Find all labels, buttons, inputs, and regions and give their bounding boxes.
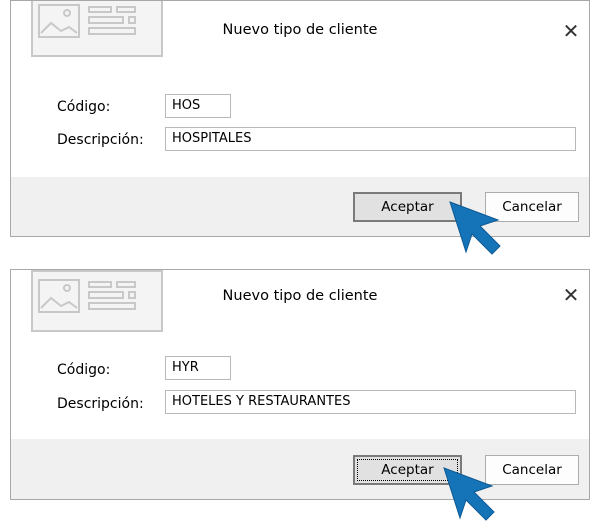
accept-button-label: Aceptar [357,459,458,481]
cancel-button[interactable]: Cancelar [485,192,579,222]
dialog-title: Nuevo tipo de cliente [222,22,378,38]
codigo-field[interactable]: HYR [165,356,231,380]
close-icon[interactable]: ✕ [561,21,581,41]
dialog-footer: Aceptar Cancelar [11,177,589,236]
close-icon[interactable]: ✕ [561,285,581,305]
dialog-nuevo-tipo-cliente: Nuevo tipo de cliente ✕ Código: HYR Desc… [10,269,590,500]
descripcion-field[interactable]: HOSPITALES [165,127,576,151]
descripcion-label: Descripción: [57,132,144,148]
descripcion-field[interactable]: HOTELES Y RESTAURANTES [165,390,576,414]
descripcion-label: Descripción: [57,396,144,412]
cancel-button[interactable]: Cancelar [485,455,579,485]
codigo-label: Código: [57,362,111,378]
accept-button[interactable]: Aceptar [353,455,462,485]
accept-button[interactable]: Aceptar [353,192,462,222]
codigo-label: Código: [57,99,111,115]
dialog-nuevo-tipo-cliente: Nuevo tipo de cliente ✕ Código: HOS Desc… [10,0,590,237]
dialog-footer: Aceptar Cancelar [11,439,589,499]
codigo-field[interactable]: HOS [165,94,231,118]
dialog-title: Nuevo tipo de cliente [222,288,378,304]
